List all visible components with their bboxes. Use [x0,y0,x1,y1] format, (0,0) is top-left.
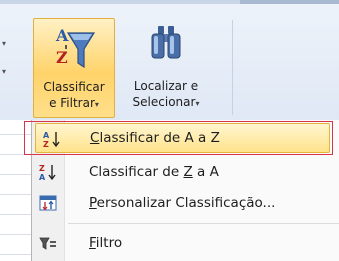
menu-item-custom-sort[interactable]: Personalizar Classificação... [32,188,339,218]
svg-text:Z: Z [56,48,68,67]
svg-text:Z: Z [43,140,49,148]
worksheet-fragment [0,120,31,261]
sort-z-to-a-icon: Z A [39,164,56,181]
menu-item-sort-z-to-a[interactable]: Z A Classificar de Z a A [32,157,339,187]
dropdown-arrow-icon[interactable]: ▾ [2,68,10,76]
find-label-line2: Selecionar [132,95,196,109]
menu-item-filter[interactable]: Filtro [32,228,339,258]
sort-a-to-z-icon: A Z [43,131,60,148]
dropdown-arrow-icon[interactable]: ▾ [2,40,10,48]
find-and-select-button[interactable]: Localizar e Selecionar▾ [116,18,216,118]
svg-text:A: A [55,26,69,45]
find-label-line1: Localizar e [133,79,199,93]
sort-and-filter-button[interactable]: A Z Classificar e Filtrar▾ [33,18,115,118]
chevron-down-icon: ▾ [195,99,200,108]
svg-text:A: A [39,173,46,181]
previous-group-fragment: ▾ ▾ [0,0,32,120]
menu-item-sort-a-to-z[interactable]: A Z Classificar de A a Z [35,123,330,153]
find-and-select-label: Localizar e Selecionar▾ [116,78,216,112]
ribbon-top-border-dark [240,0,339,4]
group-separator [232,20,233,115]
sort-az-funnel-icon: A Z [55,26,96,69]
filter-icon [39,237,56,250]
sort-label-line2: e Filtrar [49,96,95,110]
custom-sort-icon [39,195,57,211]
svg-text:A: A [43,131,50,140]
svg-text:Z: Z [39,164,45,173]
menu-item-label: Classificar de Z a A [89,164,219,180]
menu-separator [68,223,339,224]
sort-label-line1: Classificar [43,80,105,94]
sort-filter-menu: A Z Classificar de A a Z Z A Classificar… [31,120,339,261]
binoculars-icon [151,26,181,59]
menu-item-label: Classificar de A a Z [90,130,220,146]
ribbon-editing-group: ▾ ▾ A Z Classificar e Filtrar▾ Localizar [0,0,339,120]
chevron-down-icon: ▾ [94,100,99,109]
menu-item-label: Personalizar Classificação... [89,195,276,211]
menu-item-label: Filtro [89,235,123,251]
sort-and-filter-label: Classificar e Filtrar▾ [34,79,114,113]
